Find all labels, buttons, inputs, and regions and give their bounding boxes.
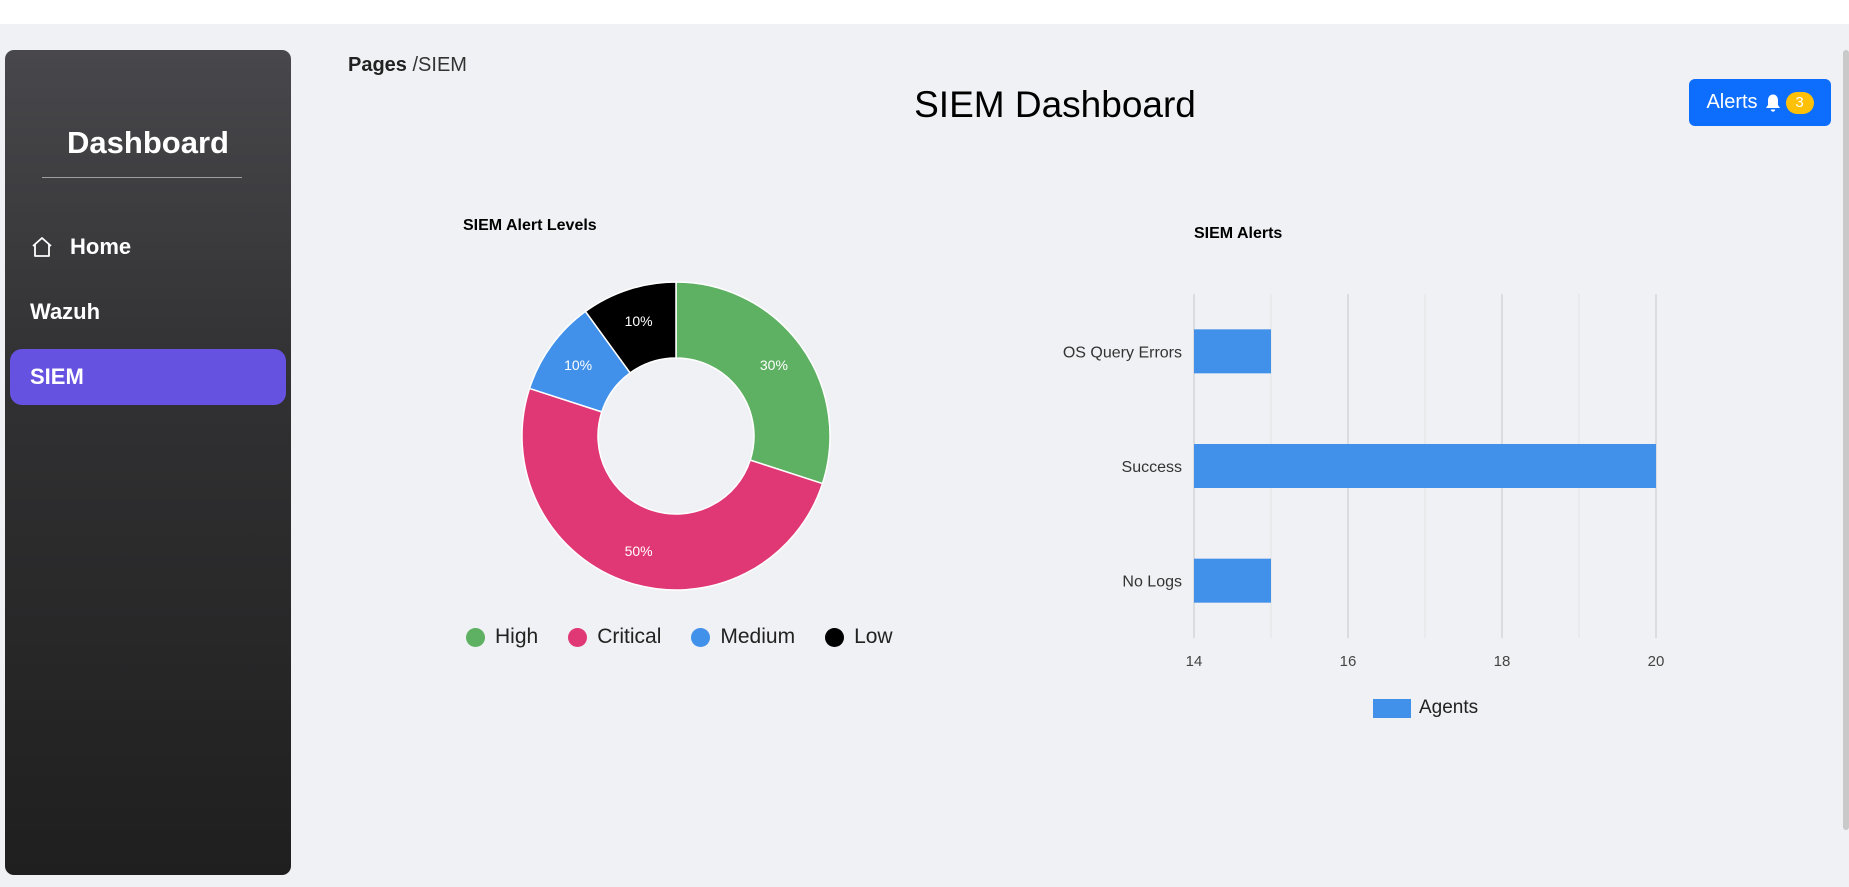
sidebar-item-wazuh[interactable]: Wazuh bbox=[10, 284, 286, 340]
bar-success[interactable] bbox=[1194, 444, 1656, 488]
legend-dot bbox=[466, 627, 485, 647]
legend-label-agents: Agents bbox=[1419, 697, 1479, 718]
siem-alerts-bar-chart: OS Query Errors Success No Logs 14 16 18 20 bbox=[1063, 294, 1665, 670]
pie-legend: High Critical Medium Low bbox=[466, 625, 923, 649]
breadcrumb-root[interactable]: Pages bbox=[348, 54, 407, 76]
pie-chart-title: SIEM Alert Levels bbox=[463, 217, 597, 234]
legend-item-medium[interactable]: Medium bbox=[691, 625, 795, 649]
legend-label: High bbox=[495, 625, 539, 648]
bar-legend: Agents bbox=[1373, 697, 1478, 719]
legend-label: Medium bbox=[720, 625, 796, 648]
alerts-button-label: Alerts bbox=[1706, 91, 1758, 113]
pie-slice-high[interactable] bbox=[675, 281, 831, 485]
app-background: Dashboard Home Wazuh SIEM Pages /SIEM SI… bbox=[0, 24, 1849, 887]
sidebar-item-label: SIEM bbox=[30, 364, 84, 389]
legend-swatch-agents bbox=[1373, 698, 1411, 718]
alerts-count-badge: 3 bbox=[1785, 91, 1814, 114]
x-tick-label: 18 bbox=[1494, 653, 1511, 670]
pie-data-label: 10% bbox=[625, 313, 653, 329]
bar-os-query-errors[interactable] bbox=[1194, 329, 1271, 374]
legend-label: Low bbox=[854, 625, 893, 648]
legend-label: Critical bbox=[597, 625, 662, 648]
home-icon bbox=[32, 237, 52, 257]
bar-chart-title: SIEM Alerts bbox=[1194, 225, 1283, 242]
x-tick-label: 20 bbox=[1648, 653, 1665, 670]
sidebar-item-label: Home bbox=[70, 234, 132, 259]
alert-levels-donut-chart: 30% 50% 10% 10% bbox=[521, 281, 831, 591]
sidebar-brand: Dashboard bbox=[67, 125, 229, 160]
sidebar-divider bbox=[42, 177, 242, 178]
pie-data-label: 30% bbox=[760, 357, 788, 373]
sidebar: Dashboard Home Wazuh SIEM bbox=[5, 50, 291, 875]
x-tick-label: 16 bbox=[1340, 653, 1357, 670]
pie-data-label: 10% bbox=[564, 357, 592, 373]
y-tick-label: Success bbox=[1122, 459, 1182, 476]
alerts-button[interactable]: Alerts 3 bbox=[1689, 79, 1831, 126]
sidebar-item-siem[interactable]: SIEM bbox=[10, 349, 286, 405]
page-title: SIEM Dashboard bbox=[914, 84, 1196, 125]
legend-item-high[interactable]: High bbox=[466, 625, 538, 649]
legend-dot bbox=[691, 627, 711, 647]
legend-dot bbox=[568, 627, 588, 647]
bell-icon bbox=[1765, 94, 1780, 112]
pie-data-label: 50% bbox=[625, 543, 653, 559]
legend-item-critical[interactable]: Critical bbox=[568, 625, 661, 649]
x-tick-label: 14 bbox=[1186, 653, 1203, 670]
bar-no-logs[interactable] bbox=[1194, 558, 1271, 603]
page-scrollbar[interactable] bbox=[1843, 50, 1849, 830]
sidebar-item-home[interactable]: Home bbox=[10, 219, 286, 275]
breadcrumb: Pages /SIEM bbox=[348, 54, 467, 77]
y-tick-label: No Logs bbox=[1122, 574, 1182, 591]
breadcrumb-current: /SIEM bbox=[412, 54, 467, 76]
y-tick-label: OS Query Errors bbox=[1063, 344, 1182, 361]
legend-item-low[interactable]: Low bbox=[825, 625, 893, 649]
legend-dot bbox=[825, 627, 845, 647]
sidebar-item-label: Wazuh bbox=[30, 299, 101, 324]
